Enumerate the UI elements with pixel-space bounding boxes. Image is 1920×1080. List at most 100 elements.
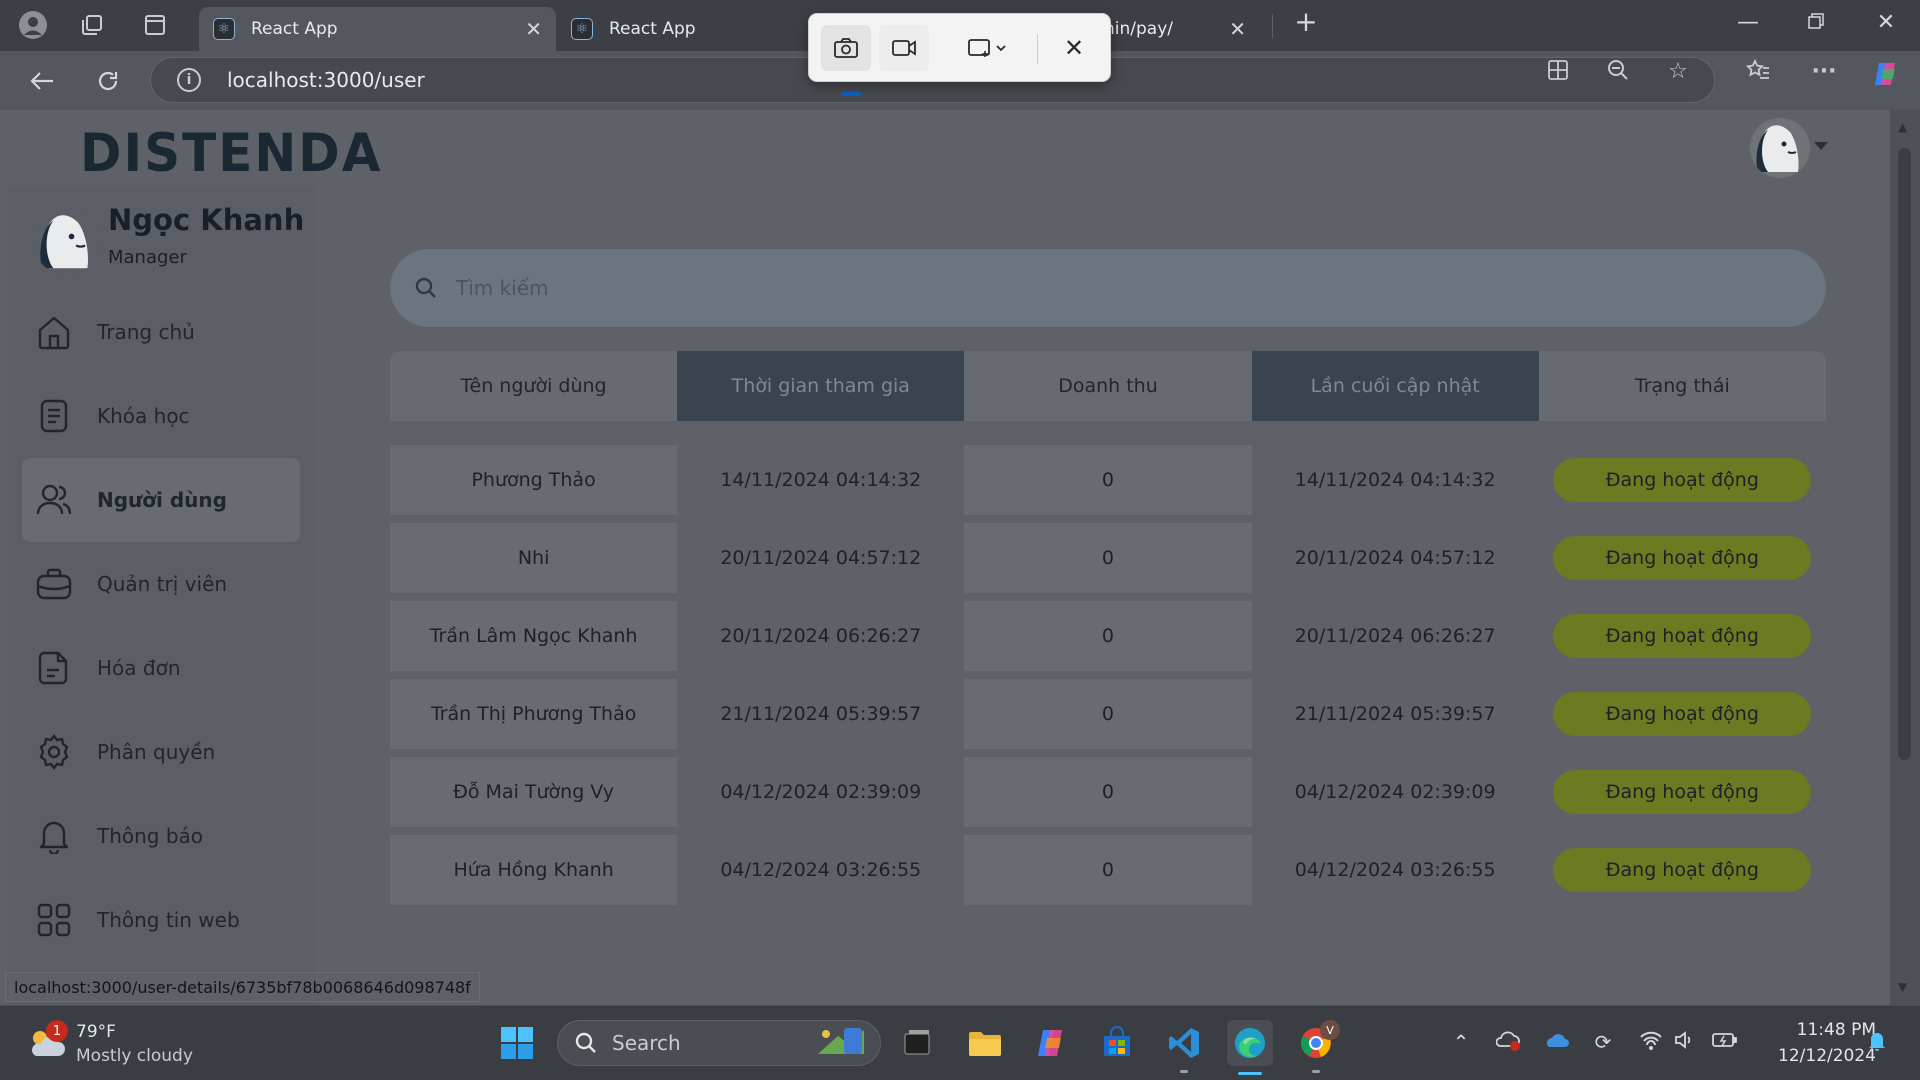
scrollbar-thumb[interactable] [1898,148,1911,760]
column-header-joined[interactable]: Thời gian tham gia [677,351,965,421]
cell-updated: 21/11/2024 05:39:57 [1294,703,1496,725]
status-badge[interactable]: Đang hoạt động [1553,692,1812,736]
sidebar-item-invoices[interactable]: Hóa đơn [22,626,300,710]
windows-start-icon[interactable] [494,1020,540,1066]
weather-desc[interactable]: Mostly cloudy [76,1046,193,1066]
vscode-icon[interactable] [1161,1020,1207,1066]
table-row[interactable]: Trần Lâm Ngọc Khanh 20/11/2024 06:26:27 … [390,601,1826,671]
profile-icon[interactable] [16,8,50,42]
sidebar-item-label: Hóa đơn [97,656,181,680]
tab-admin-pay[interactable]: nin/pay/ ✕ [1100,7,1260,51]
notification-bell-icon[interactable] [1862,1030,1892,1057]
column-header-status[interactable]: Trạng thái [1538,351,1826,421]
running-indicator [1312,1070,1320,1073]
react-icon: ⚛ [213,18,235,40]
table-header: Tên người dùng Thời gian tham gia Doanh … [390,351,1826,421]
battery-icon[interactable] [1710,1030,1740,1054]
status-badge[interactable]: Đang hoạt động [1553,770,1812,814]
tab-react-app-2[interactable]: ⚛ React App [557,7,807,51]
column-header-revenue[interactable]: Doanh thu [964,351,1252,421]
page-scrollbar[interactable]: ▲ ▼ [1890,110,1920,1005]
url-text[interactable]: localhost:3000/user [227,68,425,92]
zoom-out-icon[interactable] [1598,59,1638,87]
status-badge[interactable]: Đang hoạt động [1553,536,1812,580]
close-window-icon[interactable]: ✕ [1866,10,1906,35]
table-row[interactable]: Trần Thị Phương Thảo 21/11/2024 05:39:57… [390,679,1826,749]
microsoft-store-icon[interactable] [1094,1020,1140,1066]
sidebar-item-home[interactable]: Trang chủ [22,290,300,374]
profile-name: Ngọc Khanh [108,203,305,237]
sidebar-item-web-info[interactable]: Thông tin web [22,878,300,962]
tab-react-app-1[interactable]: ⚛ React App ✕ [199,7,556,51]
scroll-down-icon[interactable]: ▼ [1898,980,1907,994]
vertical-tabs-icon[interactable] [138,8,172,42]
taskbar-search[interactable]: Search [557,1020,881,1066]
status-badge[interactable]: Đang hoạt động [1553,848,1812,892]
close-snip-icon[interactable]: ✕ [1049,25,1099,71]
cell-updated: 14/11/2024 04:14:32 [1294,469,1496,491]
screenshot-mode-icon[interactable] [821,25,871,71]
task-view-icon[interactable] [894,1020,940,1066]
edge-browser-icon[interactable] [1227,1020,1273,1066]
workspaces-icon[interactable] [75,8,109,42]
header-avatar[interactable] [1750,118,1810,178]
volume-icon[interactable] [1670,1030,1700,1055]
video-mode-icon[interactable] [879,25,929,71]
close-tab-icon[interactable]: ✕ [1229,17,1246,41]
app-logo[interactable]: DISTENDA [80,123,382,184]
cell-name[interactable]: Trần Lâm Ngọc Khanh [390,601,678,671]
sidebar-item-courses[interactable]: Khóa học [22,374,300,458]
more-options-icon[interactable]: ··· [1804,59,1844,84]
copilot-icon[interactable] [1866,59,1906,95]
table-row[interactable]: Đỗ Mai Tường Vy 04/12/2024 02:39:09 0 04… [390,757,1826,827]
restore-icon[interactable] [1796,10,1836,35]
minimize-icon[interactable]: — [1728,10,1768,35]
sidebar-item-users[interactable]: Người dùng [22,458,300,542]
cell-name[interactable]: Trần Thị Phương Thảo [390,679,678,749]
file-explorer-icon[interactable] [962,1020,1008,1066]
info-icon[interactable]: i [177,68,201,92]
weather-temp[interactable]: 79°F [76,1022,116,1042]
column-header-name[interactable]: Tên người dùng [390,351,678,421]
clock-time[interactable]: 11:48 PM [1776,1020,1876,1040]
refresh-icon[interactable] [88,63,128,99]
sidebar-item-notifications[interactable]: Thông báo [22,794,300,878]
cell-name[interactable]: Hứa Hồng Khanh [390,835,678,905]
column-header-updated[interactable]: Lần cuối cập nhật [1251,351,1539,421]
cell-name[interactable]: Đỗ Mai Tường Vy [390,757,678,827]
search-input[interactable]: Tìm kiếm [390,249,1826,327]
search-icon [415,277,436,298]
app-available-icon[interactable] [1538,59,1578,87]
wifi-icon[interactable] [1636,1030,1666,1055]
chevron-down-icon[interactable] [1814,142,1828,150]
search-highlight-icon [812,1024,870,1062]
table-row[interactable]: Nhi 20/11/2024 04:57:12 0 20/11/2024 04:… [390,523,1826,593]
onedrive-icon[interactable] [1542,1030,1572,1054]
favorites-icon[interactable] [1738,58,1778,87]
sync-icon[interactable]: ⟳ [1588,1030,1618,1054]
clock-date[interactable]: 12/12/2024 [1760,1046,1876,1066]
status-badge[interactable]: Đang hoạt động [1553,458,1812,502]
users-icon [34,480,74,520]
scroll-up-icon[interactable]: ▲ [1898,120,1907,134]
table-row[interactable]: Hứa Hồng Khanh 04/12/2024 03:26:55 0 04/… [390,835,1826,905]
new-tab-icon[interactable]: + [1286,5,1326,38]
cell-updated: 04/12/2024 03:26:55 [1294,859,1496,881]
show-hidden-icons-chevron-icon[interactable]: ⌃ [1446,1030,1476,1054]
snip-shape-dropdown[interactable] [957,25,1017,71]
cell-updated: 20/11/2024 04:57:12 [1294,547,1496,569]
cloud-error-icon[interactable] [1494,1030,1524,1057]
table-row[interactable]: Phương Thảo 14/11/2024 04:14:32 0 14/11/… [390,445,1826,515]
copilot-app-icon[interactable] [1028,1020,1074,1066]
status-badge[interactable]: Đang hoạt động [1553,614,1812,658]
back-arrow-icon[interactable] [22,63,62,99]
taskbar-search-label: Search [612,1031,681,1055]
cell-name[interactable]: Phương Thảo [390,445,678,515]
cell-revenue: 0 [964,523,1252,593]
profile-role: Manager [108,247,187,268]
close-tab-icon[interactable]: ✕ [525,17,542,41]
cell-name[interactable]: Nhi [390,523,678,593]
sidebar-item-admins[interactable]: Quản trị viên [22,542,300,626]
favorite-star-icon[interactable]: ☆ [1658,59,1698,84]
sidebar-item-permissions[interactable]: Phân quyền [22,710,300,794]
